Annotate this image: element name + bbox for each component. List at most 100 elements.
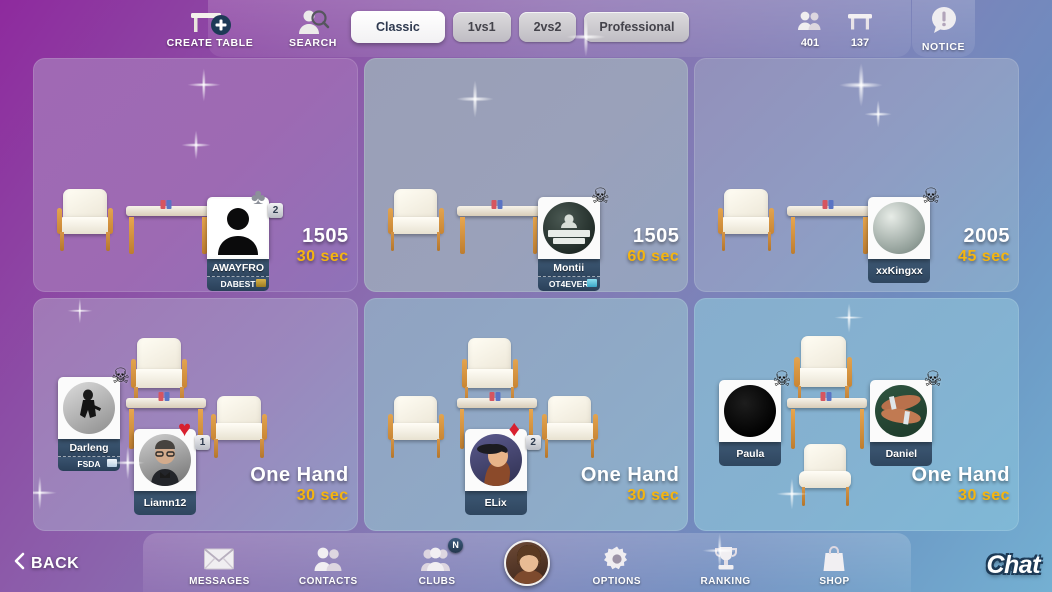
table-time: 45 sec: [958, 247, 1010, 265]
profile-avatar[interactable]: [503, 539, 550, 586]
table-list: ♣ 2 AWAYFRO DABEST 1505 30 sec ☠ Montii …: [33, 58, 1019, 531]
nav-item-shop[interactable]: SHOP: [792, 539, 876, 587]
player-club: DABEST: [207, 276, 269, 291]
table-time: 30 sec: [296, 247, 349, 265]
search-person-icon: [296, 9, 330, 36]
players-online-value: 401: [800, 37, 820, 49]
cards-on-table: [489, 391, 501, 401]
table-card-1[interactable]: ♣ 2 AWAYFRO DABEST 1505 30 sec: [33, 58, 358, 292]
player-slot[interactable]: ☠ Paula: [719, 369, 791, 466]
game-table: [787, 200, 872, 254]
table-time: 30 sec: [296, 487, 349, 504]
nav-label-clubs: CLUBS: [418, 575, 456, 587]
table-icon: [846, 10, 874, 37]
clubs-new-badge: N: [448, 537, 464, 553]
sparkle: [33, 476, 57, 510]
player-slot[interactable]: ☠ Montii OT4EVER: [537, 186, 610, 291]
chevron-left-icon: [14, 552, 25, 575]
table-time: 60 sec: [627, 247, 680, 265]
table-time: 30 sec: [958, 487, 1010, 504]
chair: [718, 189, 775, 251]
table-meta: One Hand 30 sec: [581, 464, 679, 505]
table-score: 1505: [632, 224, 680, 247]
speech-bubble-icon: [929, 5, 959, 40]
cards-on-table: [491, 200, 503, 209]
table-meta: 2005 45 sec: [958, 225, 1010, 266]
game-mode-filters: Classic 1vs1 2vs2 Professional: [351, 11, 690, 43]
heart-suit-icon: ♥: [178, 415, 192, 441]
chair: [387, 189, 444, 251]
player-slot[interactable]: ☠ xxKingxx: [868, 186, 940, 283]
nav-item-clubs[interactable]: N CLUBS: [395, 537, 479, 587]
player-slot[interactable]: ♥ 1 Liamn12: [134, 417, 210, 515]
notice-button[interactable]: NOTICE: [912, 0, 975, 57]
table-score: One Hand: [911, 464, 1010, 486]
search-label: SEARCH: [289, 36, 337, 49]
filter-2vs2[interactable]: 2vs2: [518, 12, 577, 42]
nav-item-ranking[interactable]: RANKING: [684, 539, 768, 587]
skull-icon: ☠: [921, 185, 941, 208]
nav-label-messages: MESSAGES: [189, 575, 250, 587]
chat-button[interactable]: Chat: [986, 551, 1040, 580]
nav-item-contacts[interactable]: CONTACTS: [286, 539, 370, 587]
people-icon: [796, 10, 824, 37]
table-card-6[interactable]: ☠ Paula ☠ Daniel One Hand 30 sec: [694, 297, 1019, 531]
filter-classic[interactable]: Classic: [351, 11, 445, 43]
filter-professional[interactable]: Professional: [584, 12, 690, 42]
create-table-button[interactable]: CREATE TABLE: [150, 9, 270, 49]
create-table-label: CREATE TABLE: [166, 36, 254, 49]
cards-on-table: [160, 200, 172, 209]
table-score: 1505: [302, 224, 349, 247]
game-table: [126, 200, 210, 254]
back-label: BACK: [31, 554, 80, 572]
filter-1vs1[interactable]: 1vs1: [452, 12, 511, 42]
table-card-4[interactable]: ☠ Darleng FSDA ♥ 1 Liamn12 One Hand 30 s…: [33, 297, 358, 531]
player-slot[interactable]: ☠ Daniel: [870, 369, 942, 466]
nav-label-options: OPTIONS: [592, 575, 642, 587]
tables-counter: 137: [846, 10, 874, 49]
table-score: One Hand: [580, 464, 680, 486]
chair: [387, 395, 444, 458]
cards-on-table: [820, 391, 832, 401]
sparkle: [864, 100, 892, 128]
suit-badge: ♦ 2: [509, 417, 541, 450]
cards-on-table: [158, 391, 170, 401]
club-icon: [107, 458, 117, 467]
sparkle: [839, 63, 883, 107]
table-time: 30 sec: [627, 487, 680, 504]
suit-badge-count: 2: [268, 203, 283, 218]
top-toolbar: CREATE TABLE SEARCH Classic 1vs1 2vs2 Pr…: [167, 0, 911, 57]
back-button[interactable]: BACK: [14, 552, 79, 575]
people-icon: [311, 545, 345, 573]
chair: [541, 395, 598, 458]
sparkle: [67, 298, 93, 324]
sparkle: [456, 80, 494, 118]
table-meta: One Hand 30 sec: [912, 464, 1010, 505]
nav-label-contacts: CONTACTS: [298, 575, 358, 587]
nav-item-options[interactable]: OPTIONS: [575, 539, 659, 587]
players-online-counter: 401: [796, 10, 824, 49]
player-slot[interactable]: ☠ Darleng FSDA: [58, 366, 130, 471]
table-card-2[interactable]: ☠ Montii OT4EVER 1505 60 sec: [363, 58, 689, 292]
player-club-label: OT4EVER: [548, 279, 589, 289]
player-name: xxKingxx: [868, 259, 931, 283]
gear-icon: [603, 545, 631, 573]
player-name: Montii: [537, 259, 600, 276]
player-name: Darleng: [58, 438, 120, 456]
player-name: Liamn12: [134, 490, 196, 515]
table-card-5[interactable]: ♦ 2 ELix One Hand 30 sec: [363, 297, 689, 531]
nav-label-ranking: RANKING: [700, 575, 751, 587]
lobby-counters: 401 137: [796, 10, 874, 49]
game-table: [456, 200, 541, 254]
player-club-label: DABEST: [220, 279, 256, 289]
search-button[interactable]: SEARCH: [268, 9, 358, 49]
player-name: ELix: [464, 490, 527, 515]
table-card-3[interactable]: ☠ xxKingxx 2005 45 sec: [694, 58, 1019, 292]
notice-label: NOTICE: [921, 40, 966, 53]
table-meta: 1505 60 sec: [627, 225, 679, 266]
skull-icon: ☠: [772, 367, 792, 391]
nav-item-messages[interactable]: MESSAGES: [177, 539, 261, 587]
player-slot[interactable]: ♦ 2 ELix: [464, 417, 541, 515]
table-meta: One Hand 30 sec: [250, 464, 348, 505]
player-slot[interactable]: ♣ 2 AWAYFRO DABEST: [207, 186, 283, 291]
